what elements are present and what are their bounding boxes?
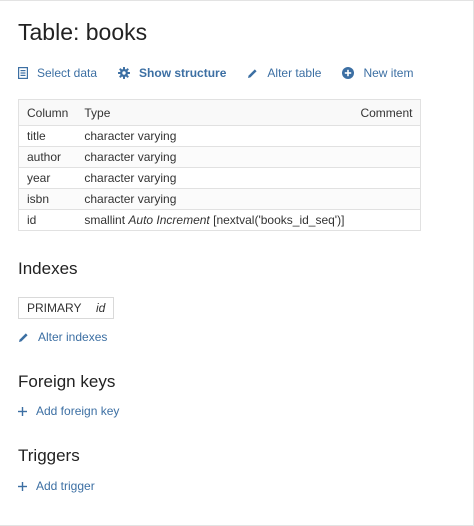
new-item-label: New item: [363, 66, 414, 80]
alter-indexes-label: Alter indexes: [38, 330, 108, 344]
type-name: smallint: [84, 213, 126, 227]
alter-indexes-link[interactable]: Alter indexes: [18, 330, 107, 344]
pencil-icon: [18, 332, 29, 343]
gear-icon: [118, 67, 131, 79]
index-type: PRIMARY: [27, 301, 82, 315]
comment-header: Comment: [352, 99, 422, 126]
structure-table: Column Type Comment title character vary…: [18, 99, 422, 231]
plus-icon: [18, 481, 27, 491]
column-comment: [352, 209, 422, 231]
column-name: year: [18, 167, 77, 189]
column-name: title: [18, 125, 77, 147]
column-comment: [352, 146, 422, 168]
show-structure-label: Show structure: [139, 66, 227, 80]
add-foreign-key-link[interactable]: Add foreign key: [18, 404, 119, 418]
column-name: id: [18, 209, 77, 231]
column-type: character varying: [76, 188, 353, 210]
triggers-heading: Triggers: [18, 446, 80, 465]
pencil-icon: [247, 68, 258, 79]
type-header: Type: [76, 99, 353, 126]
page-title: Table: books: [18, 19, 148, 45]
column-comment: [352, 188, 422, 210]
index-row: PRIMARY id: [18, 297, 114, 319]
column-type: character varying: [76, 146, 353, 168]
show-structure-link[interactable]: Show structure: [118, 66, 226, 80]
column-comment: [352, 125, 422, 147]
index-columns: id: [96, 301, 106, 315]
table-row: title character varying: [18, 125, 422, 147]
table-list-icon: [18, 67, 28, 79]
new-item-link[interactable]: New item: [342, 66, 413, 80]
table-row: author character varying: [18, 146, 422, 168]
column-name: isbn: [18, 188, 77, 210]
table-row: isbn character varying: [18, 188, 422, 210]
auto-increment-label: Auto Increment: [128, 213, 210, 227]
add-trigger-label: Add trigger: [36, 479, 95, 493]
table-row: year character varying: [18, 167, 422, 189]
column-type: character varying: [76, 125, 353, 147]
column-name: author: [18, 146, 77, 168]
indexes-heading: Indexes: [18, 259, 78, 278]
column-header: Column: [18, 99, 77, 126]
add-foreign-key-label: Add foreign key: [36, 404, 120, 418]
column-comment: [352, 167, 422, 189]
table-row: id smallint Auto Increment [nextval('boo…: [18, 209, 422, 231]
select-data-link[interactable]: Select data: [18, 66, 97, 80]
alter-table-label: Alter table: [267, 66, 322, 80]
select-data-label: Select data: [37, 66, 98, 80]
alter-table-link[interactable]: Alter table: [247, 66, 321, 80]
column-type: smallint Auto Increment [nextval('books_…: [76, 209, 353, 231]
foreign-keys-heading: Foreign keys: [18, 372, 116, 391]
action-links: Select data Show structure Alter table N…: [18, 66, 434, 80]
default-value: [nextval('books_id_seq')]: [213, 213, 345, 227]
add-trigger-link[interactable]: Add trigger: [18, 479, 95, 493]
column-type: character varying: [76, 167, 353, 189]
table-header-row: Column Type Comment: [18, 99, 422, 126]
plus-icon: [18, 406, 27, 416]
plus-circle-icon: [342, 67, 355, 79]
